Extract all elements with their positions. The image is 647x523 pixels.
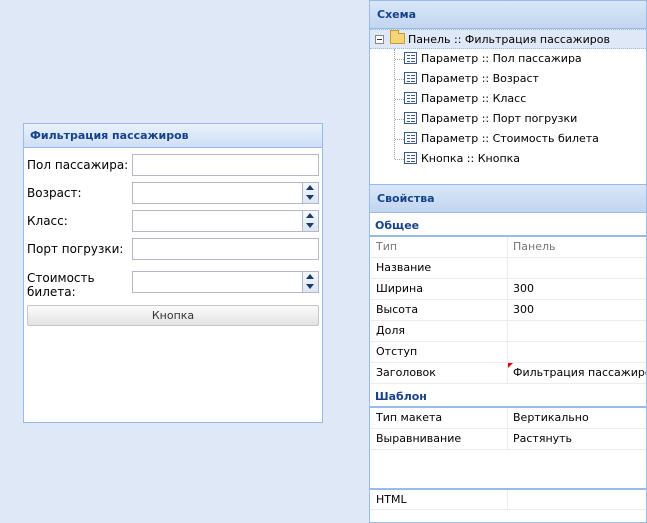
tree-node-label: Панель :: Фильтрация пассажиров [408, 33, 610, 46]
spin-down-icon[interactable] [303, 193, 317, 203]
prop-key: Название [376, 261, 432, 274]
tree-node-button[interactable]: Кнопка :: Кнопка [404, 149, 520, 169]
tree-connector [395, 79, 404, 80]
form-field-icon [404, 52, 417, 64]
group-template: Шаблон [370, 384, 646, 408]
field-label: Пол пассажира: [27, 158, 129, 172]
prop-key: Доля [376, 324, 405, 337]
fare-input[interactable] [132, 271, 303, 293]
prop-key: Выравнивание [376, 432, 462, 445]
prop-row-padding[interactable]: Отступ [370, 342, 646, 363]
prop-value-title[interactable]: Фильтрация пассажиров [507, 363, 646, 383]
fare-spinner[interactable] [303, 271, 319, 293]
prop-value[interactable]: Растянуть [507, 429, 646, 449]
prop-row-flex[interactable]: Доля [370, 321, 646, 342]
form-field-icon [404, 72, 417, 84]
class-spinner[interactable] [303, 210, 319, 232]
class-input[interactable] [132, 210, 303, 232]
gender-input[interactable] [132, 154, 319, 176]
prop-value[interactable] [507, 258, 646, 278]
prop-row-html[interactable]: HTML [370, 488, 646, 510]
tree-node-label: Кнопка :: Кнопка [421, 152, 521, 165]
field-label: Стоимость билета: [27, 271, 95, 299]
tree-connector [395, 159, 404, 160]
prop-key: Тип макета [376, 411, 443, 424]
prop-row-align[interactable]: Выравнивание Растянуть [370, 429, 646, 450]
port-input[interactable] [132, 238, 319, 260]
prop-key: Тип [376, 240, 398, 253]
prop-row-layout[interactable]: Тип макета Вертикально [370, 408, 646, 429]
group-general: Общее [370, 213, 646, 237]
form-panel[interactable]: Фильтрация пассажиров Пол пассажира: Воз… [23, 123, 323, 423]
tree-connector [395, 59, 404, 60]
tree-node-class[interactable]: Параметр :: Класс [404, 89, 526, 109]
scheme-panel: Схема Панель :: Фильтрация пассажиров Па… [369, 0, 647, 185]
tree-connector [394, 49, 395, 159]
age-spinner[interactable] [303, 182, 319, 204]
folder-icon [389, 30, 405, 44]
tree-node-label: Параметр :: Порт погрузки [421, 112, 578, 125]
prop-value[interactable] [507, 490, 646, 510]
tree-root-node[interactable]: Панель :: Фильтрация пассажиров [370, 29, 646, 49]
spin-up-icon[interactable] [303, 272, 317, 282]
properties-panel: Свойства Общее Тип Панель Название Ширин… [369, 185, 647, 523]
form-panel-title: Фильтрация пассажиров [24, 124, 322, 148]
form-field-icon [404, 112, 417, 124]
tree-connector [395, 119, 404, 120]
prop-value[interactable]: Панель [507, 237, 646, 257]
prop-row-html-inner: HTML [370, 490, 646, 511]
prop-key: Заголовок [376, 366, 436, 379]
spin-up-icon[interactable] [303, 183, 317, 193]
prop-value[interactable]: 300 [507, 300, 646, 320]
field-label: Возраст: [27, 186, 82, 200]
form-field-icon [404, 152, 417, 164]
tree-node-label: Параметр :: Пол пассажира [421, 52, 582, 65]
tree-connector [395, 139, 404, 140]
tree-node-gender[interactable]: Параметр :: Пол пассажира [404, 49, 582, 69]
tree-node-label: Параметр :: Стоимость билета [421, 132, 599, 145]
form-button[interactable]: Кнопка [27, 305, 319, 326]
prop-value[interactable] [507, 342, 646, 362]
field-label: Класс: [27, 214, 68, 228]
spin-up-icon[interactable] [303, 211, 317, 221]
age-input[interactable] [132, 182, 303, 204]
tree-node-fare[interactable]: Параметр :: Стоимость билета [404, 129, 599, 149]
prop-value-text: Фильтрация пассажиров [513, 366, 646, 379]
tree-connector [395, 99, 404, 100]
prop-row-name[interactable]: Название [370, 258, 646, 279]
prop-value[interactable] [507, 321, 646, 341]
spin-down-icon[interactable] [303, 282, 317, 292]
design-canvas: Фильтрация пассажиров Пол пассажира: Воз… [0, 0, 369, 523]
prop-row-width[interactable]: Ширина 300 [370, 279, 646, 300]
scheme-header: Схема [370, 1, 646, 29]
right-sidebar: Схема Панель :: Фильтрация пассажиров Па… [369, 0, 647, 523]
prop-value[interactable]: 300 [507, 279, 646, 299]
tree-node-port[interactable]: Параметр :: Порт погрузки [404, 109, 577, 129]
field-label: Порт погрузки: [27, 242, 124, 256]
tree-node-label: Параметр :: Возраст [421, 72, 539, 85]
prop-row-title[interactable]: Заголовок Фильтрация пассажиров [370, 363, 646, 384]
tree-node-age[interactable]: Параметр :: Возраст [404, 69, 539, 89]
collapse-icon[interactable] [375, 35, 384, 44]
prop-key: Отступ [376, 345, 418, 358]
prop-key: Ширина [376, 282, 423, 295]
form-field-icon [404, 132, 417, 144]
spin-down-icon[interactable] [303, 221, 317, 231]
prop-key: Высота [376, 303, 419, 316]
prop-key: HTML [376, 493, 407, 506]
tree-node-label: Параметр :: Класс [421, 92, 527, 105]
prop-value[interactable]: Вертикально [507, 408, 646, 428]
modified-marker-icon [508, 363, 513, 368]
properties-header: Свойства [370, 185, 646, 213]
form-field-icon [404, 92, 417, 104]
prop-row-type[interactable]: Тип Панель [370, 237, 646, 258]
prop-row-height[interactable]: Высота 300 [370, 300, 646, 321]
